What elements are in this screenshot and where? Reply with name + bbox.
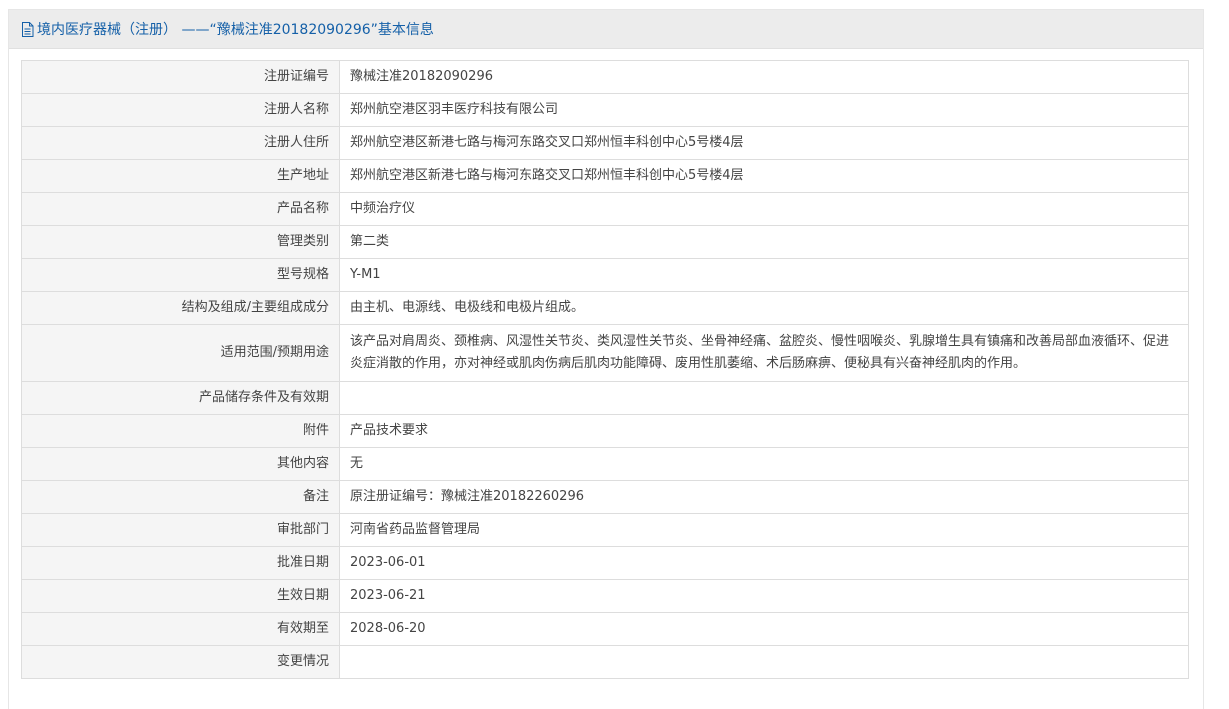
field-value	[339, 645, 1189, 679]
field-value: 中频治疗仪	[339, 192, 1189, 226]
field-label: 产品名称	[21, 192, 340, 226]
field-label: 结构及组成/主要组成成分	[21, 291, 340, 325]
table-row: 注册证编号 豫械注准20182090296	[21, 60, 1189, 94]
field-label: 注册人住所	[21, 126, 340, 160]
field-label: 附件	[21, 414, 340, 448]
table-row: 产品储存条件及有效期	[21, 381, 1189, 415]
table-row: 结构及组成/主要组成成分 由主机、电源线、电极线和电极片组成。	[21, 291, 1189, 325]
field-label: 产品储存条件及有效期	[21, 381, 340, 415]
table-row: 型号规格 Y-M1	[21, 258, 1189, 292]
table-row: 生产地址 郑州航空港区新港七路与梅河东路交叉口郑州恒丰科创中心5号楼4层	[21, 159, 1189, 193]
table-row: 生效日期 2023-06-21	[21, 579, 1189, 613]
field-value: 产品技术要求	[339, 414, 1189, 448]
field-value: 河南省药品监督管理局	[339, 513, 1189, 547]
field-value: 2023-06-21	[339, 579, 1189, 613]
field-label: 型号规格	[21, 258, 340, 292]
field-label: 注册证编号	[21, 60, 340, 94]
field-label: 注册人名称	[21, 93, 340, 127]
table-row: 注册人住所 郑州航空港区新港七路与梅河东路交叉口郑州恒丰科创中心5号楼4层	[21, 126, 1189, 160]
table-row: 审批部门 河南省药品监督管理局	[21, 513, 1189, 547]
field-value: 无	[339, 447, 1189, 481]
field-value: 豫械注准20182090296	[339, 60, 1189, 94]
field-label: 其他内容	[21, 447, 340, 481]
table-row: 批准日期 2023-06-01	[21, 546, 1189, 580]
field-value	[339, 381, 1189, 415]
table-row: 注册人名称 郑州航空港区羽丰医疗科技有限公司	[21, 93, 1189, 127]
document-icon	[22, 21, 34, 37]
field-label: 批准日期	[21, 546, 340, 580]
field-label: 生产地址	[21, 159, 340, 193]
field-value: 2023-06-01	[339, 546, 1189, 580]
field-value: 该产品对肩周炎、颈椎病、风湿性关节炎、类风湿性关节炎、坐骨神经痛、盆腔炎、慢性咽…	[339, 324, 1189, 382]
field-value: 郑州航空港区新港七路与梅河东路交叉口郑州恒丰科创中心5号楼4层	[339, 126, 1189, 160]
field-value: 2028-06-20	[339, 612, 1189, 646]
panel-header: 境内医疗器械（注册） ——“豫械注准20182090296”基本信息	[9, 10, 1203, 49]
field-value: Y-M1	[339, 258, 1189, 292]
table-row: 管理类别 第二类	[21, 225, 1189, 259]
table-row: 有效期至 2028-06-20	[21, 612, 1189, 646]
table-row: 备注 原注册证编号：豫械注准20182260296	[21, 480, 1189, 514]
table-row: 附件 产品技术要求	[21, 414, 1189, 448]
page-title: 境内医疗器械（注册） ——“豫械注准20182090296”基本信息	[37, 22, 434, 38]
field-label: 管理类别	[21, 225, 340, 259]
field-value: 郑州航空港区羽丰医疗科技有限公司	[339, 93, 1189, 127]
field-label: 有效期至	[21, 612, 340, 646]
table-row: 适用范围/预期用途 该产品对肩周炎、颈椎病、风湿性关节炎、类风湿性关节炎、坐骨神…	[21, 324, 1189, 382]
field-value: 由主机、电源线、电极线和电极片组成。	[339, 291, 1189, 325]
field-value: 第二类	[339, 225, 1189, 259]
field-label: 适用范围/预期用途	[21, 324, 340, 382]
field-value: 原注册证编号：豫械注准20182260296	[339, 480, 1189, 514]
table-row: 产品名称 中频治疗仪	[21, 192, 1189, 226]
info-table: 注册证编号 豫械注准20182090296 注册人名称 郑州航空港区羽丰医疗科技…	[21, 60, 1189, 679]
field-label: 生效日期	[21, 579, 340, 613]
field-label: 审批部门	[21, 513, 340, 547]
field-value: 郑州航空港区新港七路与梅河东路交叉口郑州恒丰科创中心5号楼4层	[339, 159, 1189, 193]
field-label: 备注	[21, 480, 340, 514]
info-panel: 境内医疗器械（注册） ——“豫械注准20182090296”基本信息 注册证编号…	[8, 9, 1204, 709]
table-row: 其他内容 无	[21, 447, 1189, 481]
table-row: 变更情况	[21, 645, 1189, 679]
field-label: 变更情况	[21, 645, 340, 679]
